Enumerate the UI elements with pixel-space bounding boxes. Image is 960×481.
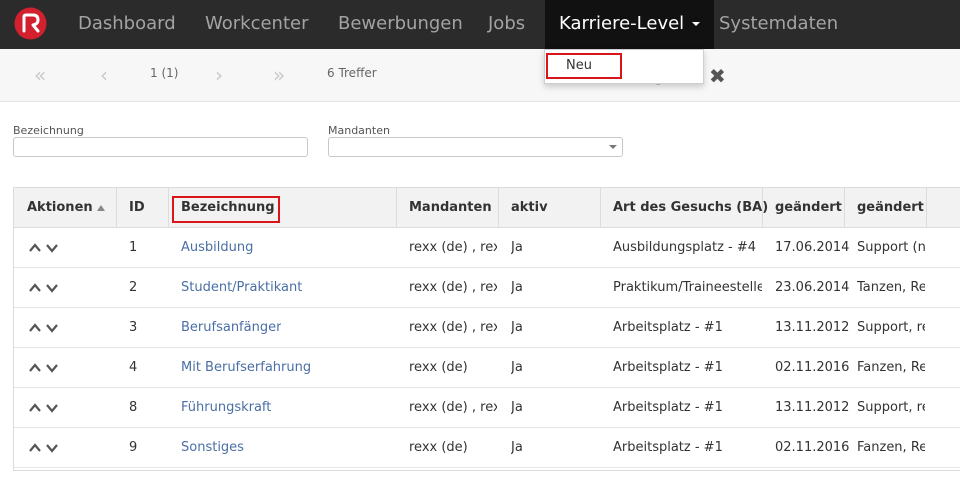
close-icon[interactable]: ✖ [709,65,726,87]
prev-page-icon[interactable]: ‹ [100,65,108,85]
filter-mandanten-label: Mandanten [328,124,390,137]
move-up-down-icon[interactable] [28,242,60,254]
column-divider [116,188,117,228]
table-row[interactable]: 3 Berufsanfänger rexx (de) , rexx Ja Arb… [14,308,960,348]
cell-id: 2 [129,280,138,295]
cell-bezeichnung-link[interactable]: Student/Praktikant [181,268,302,308]
nav-systemdaten[interactable]: Systemdaten [719,0,838,49]
move-up-down-icon[interactable] [28,402,60,414]
table-row[interactable]: 4 Mit Berufserfahrung rexx (de) Ja Arbei… [14,348,960,388]
move-up-down-icon[interactable] [28,322,60,334]
cell-mandanten: rexx (de) [409,440,468,455]
table-row[interactable]: 2 Student/Praktikant rexx (de) , rexx Ja… [14,268,960,308]
column-divider [168,188,169,228]
nav-jobs[interactable]: Jobs [488,0,525,49]
cell-geaendert-am: 17.06.2014 [775,240,850,255]
sort-ascending-icon [96,204,105,211]
cell-art: Arbeitsplatz - #1 [613,400,723,415]
cell-mandanten: rexx (de) , rexx [409,400,497,415]
header-aktiv[interactable]: aktiv [511,188,548,228]
cell-id: 3 [129,320,138,335]
next-page-icon[interactable]: › [215,65,223,85]
header-id[interactable]: ID [129,188,145,228]
filter-bezeichnung-label: Bezeichnung [13,124,84,137]
cell-id: 9 [129,440,138,455]
nav-bewerbungen[interactable]: Bewerbungen [338,0,463,49]
cell-geaendert-von: Support, re [857,400,925,415]
last-page-icon[interactable]: » [273,65,285,85]
cell-geaendert-am: 02.11.2016 [775,360,850,375]
cell-art: Arbeitsplatz - #1 [613,440,723,455]
cell-art: Arbeitsplatz - #1 [613,320,723,335]
column-divider [844,188,845,228]
chevron-down-icon [609,145,617,149]
cell-geaendert-am: 02.11.2016 [775,440,850,455]
header-art[interactable]: Art des Gesuchs (BA) [613,188,768,228]
dropdown-item-neu[interactable]: Neu [546,53,622,79]
nav-dashboard[interactable]: Dashboard [78,0,176,49]
cell-art: Ausbildungsplatz - #4 [613,240,757,255]
nav-workcenter[interactable]: Workcenter [205,0,309,49]
karriere-level-dropdown: Neu [544,49,704,84]
cell-geaendert-am: 13.11.2012 [775,320,850,335]
cell-geaendert-von: Fanzen, Ret [857,440,925,455]
data-table: Aktionen ID Bezeichnung Mandanten aktiv … [13,187,960,471]
cell-geaendert-von: Fanzen, Ret [857,360,925,375]
cell-aktiv: Ja [511,320,523,335]
cell-aktiv: Ja [511,360,523,375]
nav-karriere-level[interactable]: Karriere-Level [545,0,715,49]
table-header: Aktionen ID Bezeichnung Mandanten aktiv … [14,188,960,228]
cell-id: 8 [129,400,138,415]
cell-mandanten: rexx (de) , rexx [409,240,497,255]
column-divider [762,188,763,228]
cell-bezeichnung-link[interactable]: Ausbildung [181,228,253,268]
cell-aktiv: Ja [511,240,523,255]
header-geaendert-am[interactable]: geändert am [775,188,843,228]
cell-geaendert-von: Support (nl [857,240,925,255]
cell-mandanten: rexx (de) , rexx [409,280,497,295]
first-page-icon[interactable]: « [34,65,46,85]
move-up-down-icon[interactable] [28,442,60,454]
cell-geaendert-am: 13.11.2012 [775,400,850,415]
header-aktionen-label: Aktionen [27,200,93,215]
header-bezeichnung-highlight [172,196,280,223]
header-aktionen[interactable]: Aktionen [27,188,105,228]
page-indicator: 1 (1) [150,66,179,80]
caret-down-icon [692,22,701,26]
cell-aktiv: Ja [511,440,523,455]
column-divider [498,188,499,228]
cell-bezeichnung-link[interactable]: Mit Berufserfahrung [181,348,311,388]
cell-mandanten: rexx (de) , rexx [409,320,497,335]
cell-mandanten: rexx (de) [409,360,468,375]
filter-mandanten-select[interactable] [328,137,623,157]
move-up-down-icon[interactable] [28,362,60,374]
move-up-down-icon[interactable] [28,282,60,294]
cell-bezeichnung-link[interactable]: Sonstiges [181,428,244,468]
pager-bar: « ‹ 1 (1) › » 6 Treffer ✖ [0,49,960,102]
filter-bezeichnung-input[interactable] [13,137,308,157]
cell-id: 1 [129,240,138,255]
table-row[interactable]: 9 Sonstiges rexx (de) Ja Arbeitsplatz - … [14,428,960,468]
cell-art: Arbeitsplatz - #1 [613,360,723,375]
cell-bezeichnung-link[interactable]: Berufsanfänger [181,308,281,348]
cell-geaendert-von: Tanzen, Ret [857,280,925,295]
result-count: 6 Treffer [327,66,377,80]
cell-art: Praktikum/Traineestelle - [613,280,762,295]
cell-bezeichnung-link[interactable]: Führungskraft [181,388,271,428]
cell-geaendert-am: 23.06.2014 [775,280,850,295]
header-mandanten[interactable]: Mandanten [409,188,492,228]
table-row[interactable]: 8 Führungskraft rexx (de) , rexx Ja Arbe… [14,388,960,428]
column-divider [926,188,927,228]
header-geaendert-von[interactable]: geändert von [857,188,925,228]
logo-icon[interactable] [14,7,47,40]
table-row[interactable]: 1 Ausbildung rexx (de) , rexx Ja Ausbild… [14,228,960,268]
column-divider [600,188,601,228]
cell-aktiv: Ja [511,400,523,415]
cell-geaendert-von: Support, re [857,320,925,335]
cell-id: 4 [129,360,138,375]
column-divider [396,188,397,228]
cell-aktiv: Ja [511,280,523,295]
nav-karriere-level-label: Karriere-Level [559,13,685,34]
top-navigation: Dashboard Workcenter Bewerbungen Jobs Ka… [0,0,960,49]
